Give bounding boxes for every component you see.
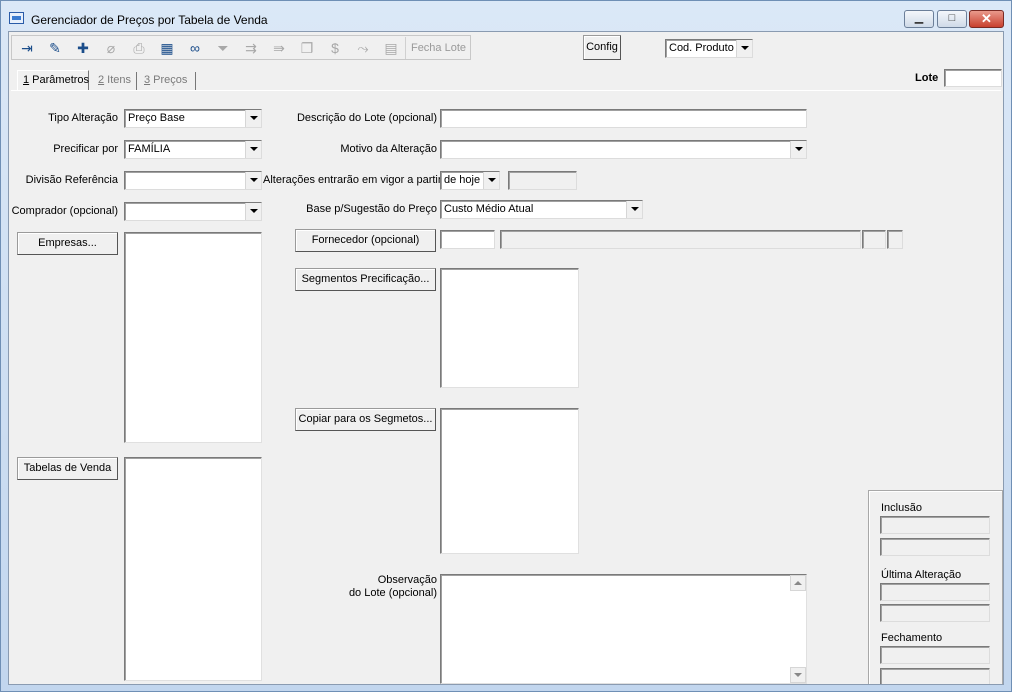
ultima-alteracao-field-1 — [880, 583, 990, 601]
precificar-por-value: FAMÍLIA — [128, 143, 171, 155]
scroll-up-arrow-icon[interactable] — [790, 575, 806, 591]
observacao-label-line1: Observação — [377, 574, 437, 586]
comprador-label: Comprador (opcional) — [11, 205, 118, 217]
chevron-down-icon[interactable] — [245, 110, 261, 127]
filter-icon[interactable]: ⏷ — [210, 37, 236, 59]
tab-itens-label: Itens — [104, 74, 132, 86]
divisao-referencia-select[interactable] — [124, 171, 262, 190]
export-icon[interactable]: ⇛ — [266, 37, 292, 59]
vigor-date-field[interactable] — [508, 171, 577, 190]
tab-itens[interactable]: 2 Itens — [93, 72, 137, 90]
descricao-lote-label: Descrição do Lote (opcional) — [296, 112, 437, 124]
maximize-button[interactable]: □ — [937, 10, 967, 28]
chevron-down-icon[interactable] — [736, 40, 752, 57]
copiar-segmentos-button[interactable]: Copiar para os Segmetos... — [295, 408, 436, 431]
vigor-select[interactable]: de hoje — [440, 171, 500, 190]
descricao-lote-field[interactable] — [440, 109, 807, 128]
tab-precos-label: Preços — [150, 74, 188, 86]
tipo-alteracao-label: Tipo Alteração — [48, 112, 118, 124]
copiar-segmentos-list[interactable] — [440, 408, 579, 554]
tabelas-venda-button[interactable]: Tabelas de Venda — [17, 457, 118, 480]
close-button[interactable]: ✕ — [969, 10, 1004, 28]
code-select[interactable]: Cod. Produto — [665, 39, 753, 58]
chevron-down-icon[interactable] — [626, 201, 642, 218]
chart-icon[interactable]: ⤳ — [350, 37, 376, 59]
comprador-select[interactable] — [124, 202, 262, 221]
price-icon[interactable]: $ — [322, 37, 348, 59]
fechamento-field-2 — [880, 668, 990, 684]
ultima-alteracao-label: Última Alteração — [881, 569, 962, 581]
add-icon[interactable]: ✚ — [70, 37, 96, 59]
chevron-down-icon[interactable] — [245, 172, 261, 189]
lote-field[interactable] — [944, 69, 1002, 87]
chevron-down-icon[interactable] — [483, 172, 499, 189]
toolbar-button-group: ⇥ ✎ ✚ ⌀ ⎙ ▦ ∞ ⏷ ⇉ ⇛ ❐ $ ⤳ ▤ Fecha Lote — [11, 35, 471, 60]
main-window: Gerenciador de Preços por Tabela de Vend… — [0, 0, 1012, 692]
import-icon[interactable]: ⇉ — [238, 37, 264, 59]
ultima-alteracao-field-2 — [880, 604, 990, 622]
client-area: ⇥ ✎ ✚ ⌀ ⎙ ▦ ∞ ⏷ ⇉ ⇛ ❐ $ ⤳ ▤ Fecha Lote Config Cod. Pro… — [8, 31, 1004, 685]
inclusao-field-2 — [880, 538, 990, 556]
fornecedor-code-field[interactable] — [440, 230, 495, 249]
print-icon[interactable]: ⎙ — [126, 37, 152, 59]
minimize-button[interactable]: ▁ — [904, 10, 934, 28]
config-button[interactable]: Config — [583, 35, 621, 60]
audit-panel: Inclusão Última Alteração Fechamento — [868, 490, 1003, 684]
fecha-lote-button[interactable]: Fecha Lote — [405, 37, 471, 59]
fechamento-label: Fechamento — [881, 632, 943, 644]
empresas-list[interactable] — [124, 232, 262, 443]
vigor-label: Alterações entrarão em vigor a partir — [263, 174, 442, 186]
tab-divider — [11, 90, 1001, 91]
fornecedor-button[interactable]: Fornecedor (opcional) — [295, 229, 436, 252]
binoculars-icon[interactable]: ∞ — [182, 37, 208, 59]
base-sugestao-select[interactable]: Custo Médio Atual — [440, 200, 643, 219]
tipo-alteracao-value: Preço Base — [128, 112, 185, 124]
window-title: Gerenciador de Preços por Tabela de Vend… — [31, 13, 268, 27]
vigor-value: de hoje — [444, 174, 481, 186]
precificar-por-select[interactable]: FAMÍLIA — [124, 140, 262, 159]
segmentos-list[interactable] — [440, 268, 579, 388]
edit-icon[interactable]: ✎ — [42, 37, 68, 59]
grid-icon[interactable]: ▦ — [154, 37, 180, 59]
observacao-label-line2: do Lote (opcional) — [348, 587, 437, 599]
tab-precos[interactable]: 3 Preços — [139, 72, 196, 90]
chevron-down-icon[interactable] — [245, 141, 261, 158]
inclusao-label: Inclusão — [881, 502, 922, 514]
chevron-down-icon[interactable] — [790, 141, 806, 158]
exit-icon[interactable]: ⇥ — [14, 37, 40, 59]
attach-icon[interactable]: ⌀ — [98, 37, 124, 59]
tab-parametros-label: Parâmetros — [29, 74, 90, 86]
chevron-down-icon[interactable] — [245, 203, 261, 220]
base-sugestao-label: Base p/Sugestão do Preço — [306, 203, 437, 215]
inclusao-field-1 — [880, 516, 990, 534]
title-bar[interactable]: Gerenciador de Preços por Tabela de Vend… — [1, 1, 1011, 31]
observacao-textarea[interactable] — [440, 574, 807, 684]
divisao-referencia-label: Divisão Referência — [25, 174, 118, 186]
code-select-value: Cod. Produto — [669, 42, 734, 54]
precificar-por-label: Precificar por — [53, 143, 118, 155]
fornecedor-extra-field-2 — [887, 230, 903, 249]
fechamento-field-1 — [880, 646, 990, 664]
lote-label: Lote — [915, 72, 939, 84]
app-icon — [9, 12, 24, 24]
fornecedor-extra-field-1 — [862, 230, 886, 249]
toolbar: ⇥ ✎ ✚ ⌀ ⎙ ▦ ∞ ⏷ ⇉ ⇛ ❐ $ ⤳ ▤ Fecha Lote Config Cod. Pro… — [9, 32, 1003, 63]
fornecedor-name-field — [500, 230, 861, 249]
scroll-down-arrow-icon[interactable] — [790, 667, 806, 683]
tipo-alteracao-select[interactable]: Preço Base — [124, 109, 262, 128]
tabelas-venda-list[interactable] — [124, 457, 262, 681]
empresas-button[interactable]: Empresas... — [17, 232, 118, 255]
segmentos-button[interactable]: Segmentos Precificação... — [295, 268, 436, 291]
base-sugestao-value: Custo Médio Atual — [444, 203, 534, 215]
copy-icon[interactable]: ❐ — [294, 37, 320, 59]
tab-parametros[interactable]: 1 Parâmetros — [17, 70, 89, 91]
motivo-label: Motivo da Alteração — [340, 143, 437, 155]
table-icon[interactable]: ▤ — [378, 37, 404, 59]
motivo-select[interactable] — [440, 140, 807, 159]
